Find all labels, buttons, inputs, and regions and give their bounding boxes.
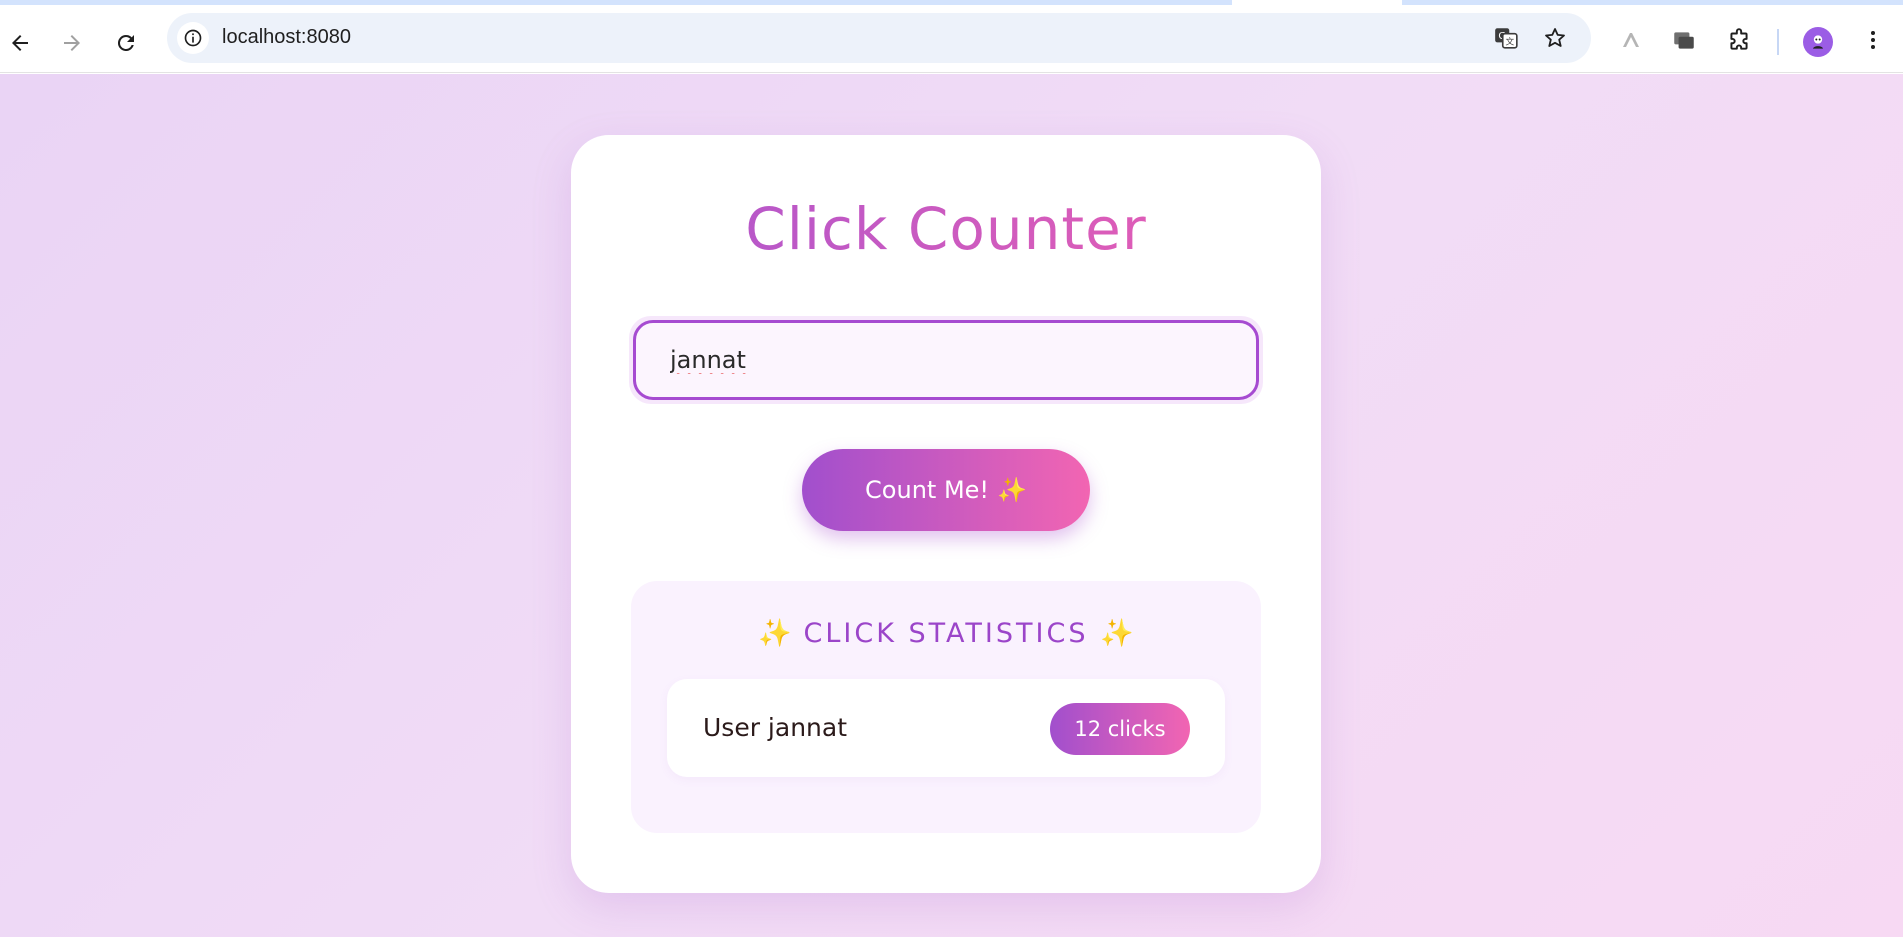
forward-button[interactable]: [52, 23, 92, 63]
address-bar[interactable]: localhost:8080 G文: [167, 13, 1591, 63]
click-count-badge: 12 clicks: [1050, 703, 1190, 755]
page-title: Click Counter: [571, 195, 1321, 263]
forward-arrow-icon: [64, 35, 80, 51]
stats-heading: ✨ CLICK STATISTICS ✨: [631, 617, 1261, 649]
page-background: Click Counter Count Me! ✨ ✨ CLICK STATIS…: [0, 74, 1903, 937]
extension-a-icon[interactable]: [1613, 22, 1649, 58]
translate-icon[interactable]: G文: [1490, 22, 1522, 54]
sparkle-icon: ✨: [1100, 618, 1134, 649]
back-button[interactable]: [0, 23, 40, 63]
url-text[interactable]: localhost:8080: [222, 26, 351, 49]
profile-avatar-icon: [1813, 35, 1823, 49]
svg-text:文: 文: [1505, 36, 1514, 48]
count-me-label: Count Me!: [865, 476, 990, 504]
sparkle-icon: ✨: [758, 618, 792, 649]
reload-icon: [117, 34, 134, 51]
browser-toolbar: localhost:8080 G文: [0, 5, 1903, 73]
stat-user-name: User jannat: [703, 713, 848, 742]
profile-avatar[interactable]: [1803, 27, 1833, 57]
site-info-icon[interactable]: [177, 22, 209, 54]
toolbar-divider: [1777, 29, 1779, 55]
extension-windows-icon[interactable]: [1666, 22, 1702, 58]
counter-card: Click Counter Count Me! ✨ ✨ CLICK STATIS…: [571, 135, 1321, 893]
stats-title: CLICK STATISTICS: [803, 618, 1089, 649]
sparkle-icon: ✨: [997, 476, 1027, 504]
bookmark-star-icon[interactable]: [1539, 22, 1571, 54]
stat-row: User jannat 12 clicks: [667, 679, 1225, 777]
stats-panel: ✨ CLICK STATISTICS ✨ User jannat 12 clic…: [631, 581, 1261, 833]
count-me-button[interactable]: Count Me! ✨: [802, 449, 1090, 531]
reload-button[interactable]: [106, 23, 146, 63]
name-input[interactable]: [633, 320, 1259, 400]
back-arrow-icon: [12, 35, 28, 51]
browser-menu-icon[interactable]: [1855, 22, 1891, 58]
extensions-puzzle-icon[interactable]: [1721, 22, 1757, 58]
